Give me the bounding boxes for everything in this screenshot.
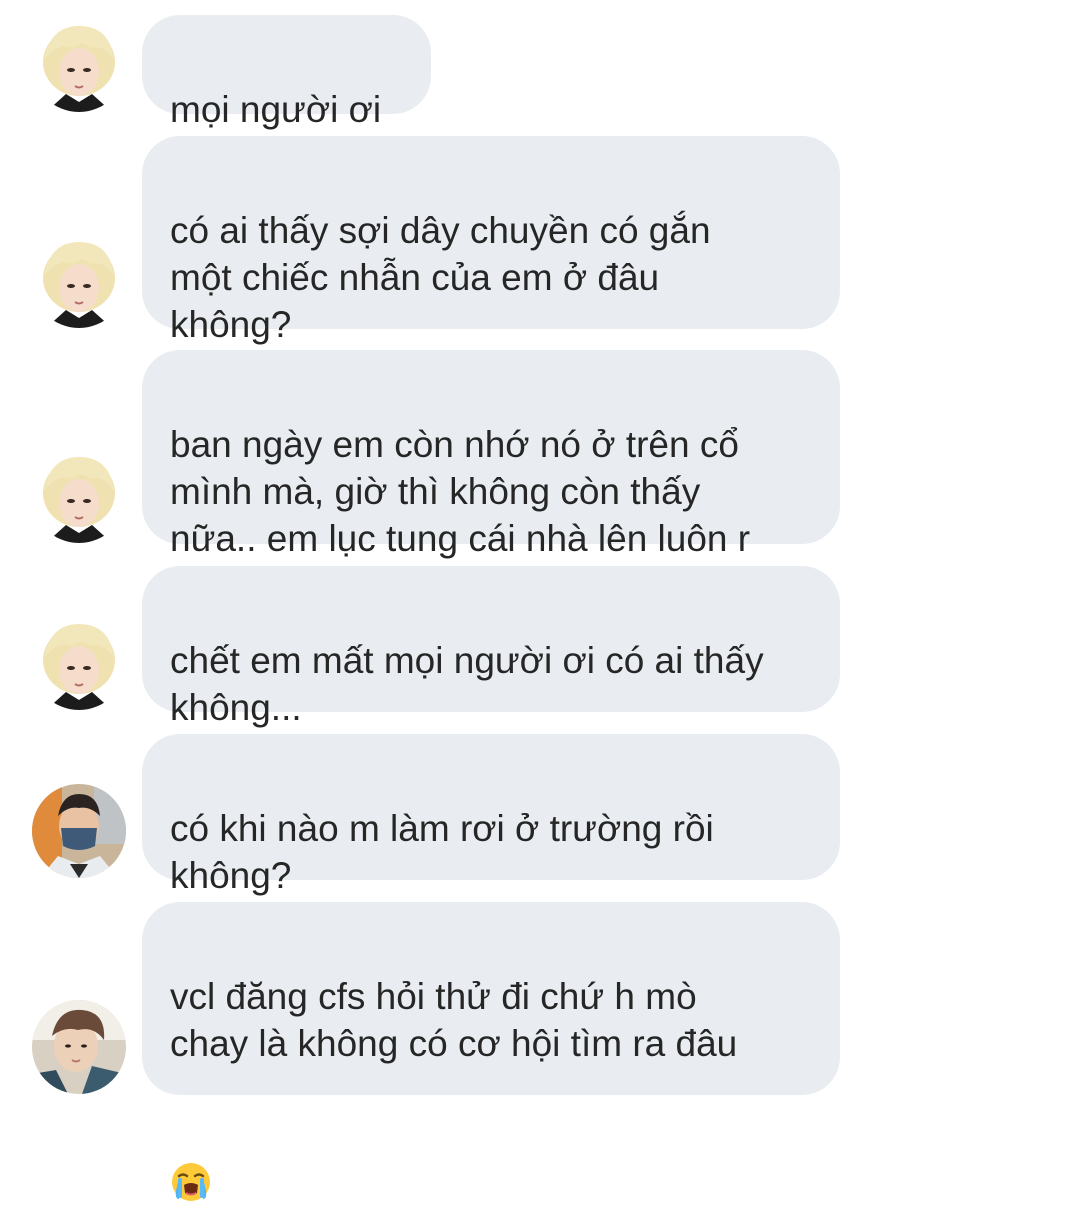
avatar[interactable] [32,1000,126,1094]
avatar[interactable] [32,616,126,710]
message-text: mọi người ơi [170,89,382,130]
message-text: có ai thấy sợi dây chuyền có gắn một chi… [170,210,711,345]
message-bubble[interactable]: chết em mất mọi người ơi có ai thấy khôn… [142,566,840,728]
avatar[interactable] [32,449,126,543]
message-bubble[interactable]: mọi người ơi [142,15,431,130]
message-text: vcl đăng cfs hỏi thử đi chứ h mò chay là… [170,976,738,1064]
message-bubble[interactable]: vcl đăng cfs hỏi thử đi chứ h mò chay là… [142,902,840,1201]
message-text: ban ngày em còn nhớ nó ở trên cổ mình mà… [170,424,751,559]
avatar[interactable] [32,18,126,112]
message-bubble[interactable]: ban ngày em còn nhớ nó ở trên cổ mình mà… [142,350,840,559]
message-text: có khi nào m làm rơi ở trường rồi không? [170,808,714,896]
avatar[interactable] [32,234,126,328]
loudly-crying-face-icon [170,1114,212,1201]
message-bubble[interactable]: có khi nào m làm rơi ở trường rồi không? [142,734,840,896]
message-bubble[interactable]: có ai thấy sợi dây chuyền có gắn một chi… [142,136,840,345]
message-text: chết em mất mọi người ơi có ai thấy khôn… [170,640,764,728]
avatar[interactable] [32,784,126,878]
